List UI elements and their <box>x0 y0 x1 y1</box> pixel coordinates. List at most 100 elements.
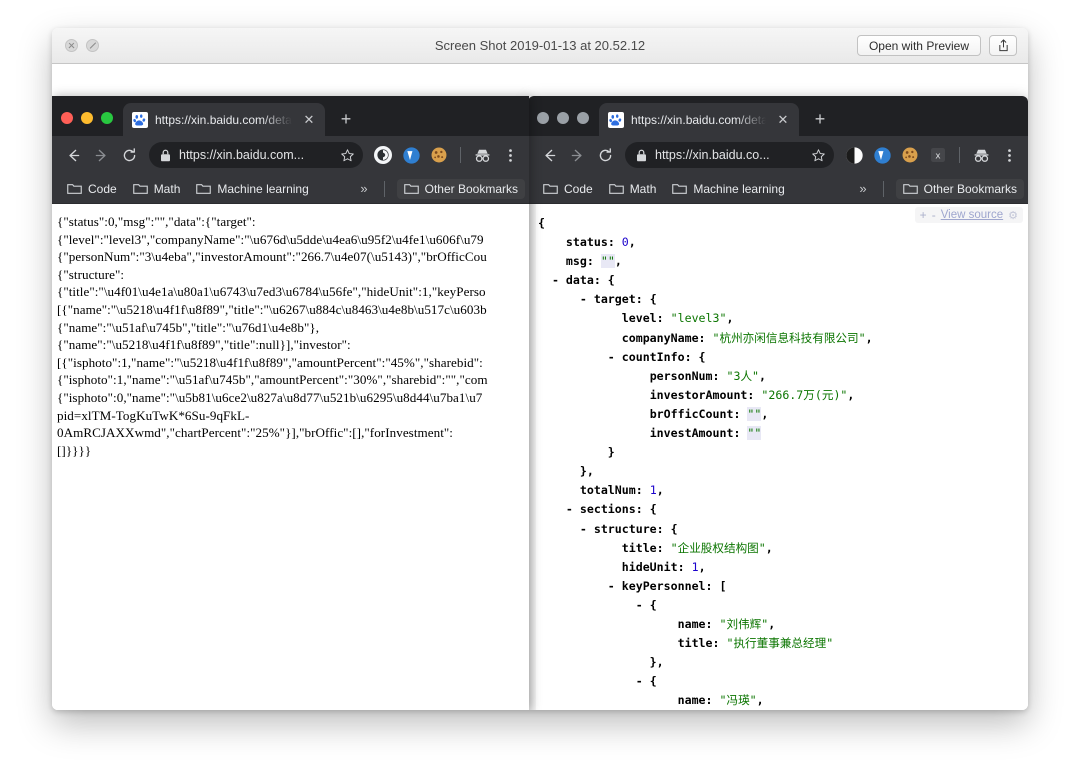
tab-title: https://xin.baidu.com/detail/da <box>155 112 295 127</box>
other-bookmarks-button[interactable]: Other Bookmarks <box>396 178 525 199</box>
raw-json-page: {"status":0,"msg":"","data":{"target": {… <box>52 204 529 710</box>
close-icon[interactable]: ✕ <box>301 112 317 128</box>
close-icon[interactable] <box>61 112 73 124</box>
reload-icon[interactable] <box>592 142 618 168</box>
close-icon[interactable] <box>65 39 78 52</box>
preview-titlebar: Screen Shot 2019-01-13 at 20.52.12 Open … <box>52 28 1028 64</box>
minimize-icon[interactable] <box>81 112 93 124</box>
incognito-icon[interactable] <box>469 142 495 168</box>
gear-icon[interactable]: ⚙ <box>1008 209 1018 222</box>
bookmark-label: Machine learning <box>693 181 785 196</box>
open-with-preview-button[interactable]: Open with Preview <box>856 35 981 56</box>
lock-icon <box>161 149 170 161</box>
browser-window-right: https://xin.baidu.com/detail/da ✕ + <box>528 96 1028 710</box>
bookmark-label: Machine learning <box>217 181 309 196</box>
maximize-icon[interactable] <box>101 112 113 124</box>
extension-checkmark-icon[interactable] <box>400 144 422 166</box>
other-bookmarks-button[interactable]: Other Bookmarks <box>895 178 1024 199</box>
folder-icon <box>672 184 688 194</box>
three-dot-menu-icon[interactable] <box>497 142 523 168</box>
extension-x-icon[interactable]: x <box>927 144 949 166</box>
bookmarks-bar-left: Code Math Machine learning » Other Bookm… <box>52 174 529 204</box>
bookmark-label: Code <box>88 181 117 196</box>
screenshot-root: Screen Shot 2019-01-13 at 20.52.12 Open … <box>0 0 1080 781</box>
close-icon[interactable] <box>537 112 549 124</box>
other-bookmarks-label: Other Bookmarks <box>424 181 518 196</box>
svg-text:x: x <box>935 152 941 162</box>
bookmarks-divider <box>383 180 385 197</box>
folder-icon <box>67 184 82 194</box>
back-arrow-icon[interactable] <box>60 142 86 168</box>
maximize-icon[interactable] <box>577 112 589 124</box>
tab-title: https://xin.baidu.com/detail/da <box>631 112 769 127</box>
close-icon[interactable]: ✕ <box>775 112 791 128</box>
toolbar-divider <box>959 147 960 163</box>
bookmark-folder-math[interactable]: Math <box>126 179 188 199</box>
baidu-favicon <box>132 111 148 128</box>
bookmark-label: Math <box>153 181 181 196</box>
lock-icon <box>637 149 646 161</box>
share-icon <box>998 39 1008 52</box>
raw-json-content: {"status":0,"msg":"","data":{"target": {… <box>57 214 488 458</box>
forward-arrow-icon[interactable] <box>564 142 590 168</box>
collapse-all-button[interactable]: - <box>932 208 936 222</box>
star-icon[interactable] <box>340 148 355 163</box>
preview-image-area: https://xin.baidu.com/detail/da ✕ + <box>52 64 1028 710</box>
bookmarks-overflow-button[interactable]: » <box>352 179 375 198</box>
window-controls-right <box>537 112 589 136</box>
json-viewer-toolbar: + - View source ⚙ <box>914 207 1023 223</box>
extension-contrast-icon[interactable] <box>843 144 865 166</box>
new-tab-button[interactable]: + <box>806 105 834 133</box>
tabstrip-right: https://xin.baidu.com/detail/da ✕ + <box>528 96 1028 136</box>
bookmark-label: Code <box>564 181 593 196</box>
toolbar-right: https://xin.baidu.co... x <box>528 136 1028 174</box>
browser-window-left: https://xin.baidu.com/detail/da ✕ + <box>52 96 529 710</box>
folder-icon <box>403 184 419 194</box>
json-tree-content: { status: 0, msg: "", - data: { - target… <box>538 216 873 708</box>
star-icon[interactable] <box>811 148 826 163</box>
view-source-link[interactable]: View source <box>941 209 1003 221</box>
extension-cookie-icon[interactable] <box>899 144 921 166</box>
tabstrip-left: https://xin.baidu.com/detail/da ✕ + <box>52 96 529 136</box>
tab-baidu-detail[interactable]: https://xin.baidu.com/detail/da ✕ <box>599 103 799 136</box>
extension-cookie-icon[interactable] <box>428 144 450 166</box>
folder-icon <box>196 184 212 194</box>
baidu-favicon <box>608 111 624 128</box>
extension-circle-icon[interactable] <box>372 144 394 166</box>
tab-baidu-detail[interactable]: https://xin.baidu.com/detail/da ✕ <box>123 103 325 136</box>
other-bookmarks-label: Other Bookmarks <box>923 181 1017 196</box>
folder-icon <box>132 184 148 194</box>
bookmarks-bar-right: Code Math Machine learning » Other Bookm… <box>528 174 1028 204</box>
json-viewer-page: + - View source ⚙ { status: 0, msg: "", … <box>528 204 1028 710</box>
bookmark-folder-machine-learning[interactable]: Machine learning <box>189 179 315 199</box>
bookmark-folder-machine-learning[interactable]: Machine learning <box>665 179 791 199</box>
three-dot-menu-icon[interactable] <box>996 142 1022 168</box>
forward-arrow-icon[interactable] <box>88 142 114 168</box>
minimize-icon[interactable] <box>557 112 569 124</box>
preview-window-controls <box>65 39 99 52</box>
bookmark-folder-code[interactable]: Code <box>536 179 600 199</box>
window-controls-left <box>61 112 113 136</box>
extension-checkmark-icon[interactable] <box>871 144 893 166</box>
toolbar-left: https://xin.baidu.com... <box>52 136 529 174</box>
folder-icon <box>902 184 918 194</box>
incognito-icon[interactable] <box>968 142 994 168</box>
reload-icon[interactable] <box>116 142 142 168</box>
share-button[interactable] <box>989 35 1017 56</box>
url-text: https://xin.baidu.com... <box>179 148 305 162</box>
bookmarks-divider <box>882 180 884 197</box>
toolbar-divider <box>460 147 461 163</box>
back-arrow-icon[interactable] <box>536 142 562 168</box>
url-text: https://xin.baidu.co... <box>655 148 770 162</box>
page-gutter <box>528 204 536 710</box>
address-bar-left[interactable]: https://xin.baidu.com... <box>149 142 363 168</box>
minimize-icon[interactable] <box>86 39 99 52</box>
expand-all-button[interactable]: + <box>920 208 927 222</box>
bookmarks-overflow-button[interactable]: » <box>851 179 874 198</box>
folder-icon <box>608 184 624 194</box>
bookmark-folder-math[interactable]: Math <box>602 179 664 199</box>
address-bar-right[interactable]: https://xin.baidu.co... <box>625 142 834 168</box>
bookmark-folder-code[interactable]: Code <box>60 179 124 199</box>
preview-window: Screen Shot 2019-01-13 at 20.52.12 Open … <box>52 28 1028 710</box>
new-tab-button[interactable]: + <box>332 105 360 133</box>
